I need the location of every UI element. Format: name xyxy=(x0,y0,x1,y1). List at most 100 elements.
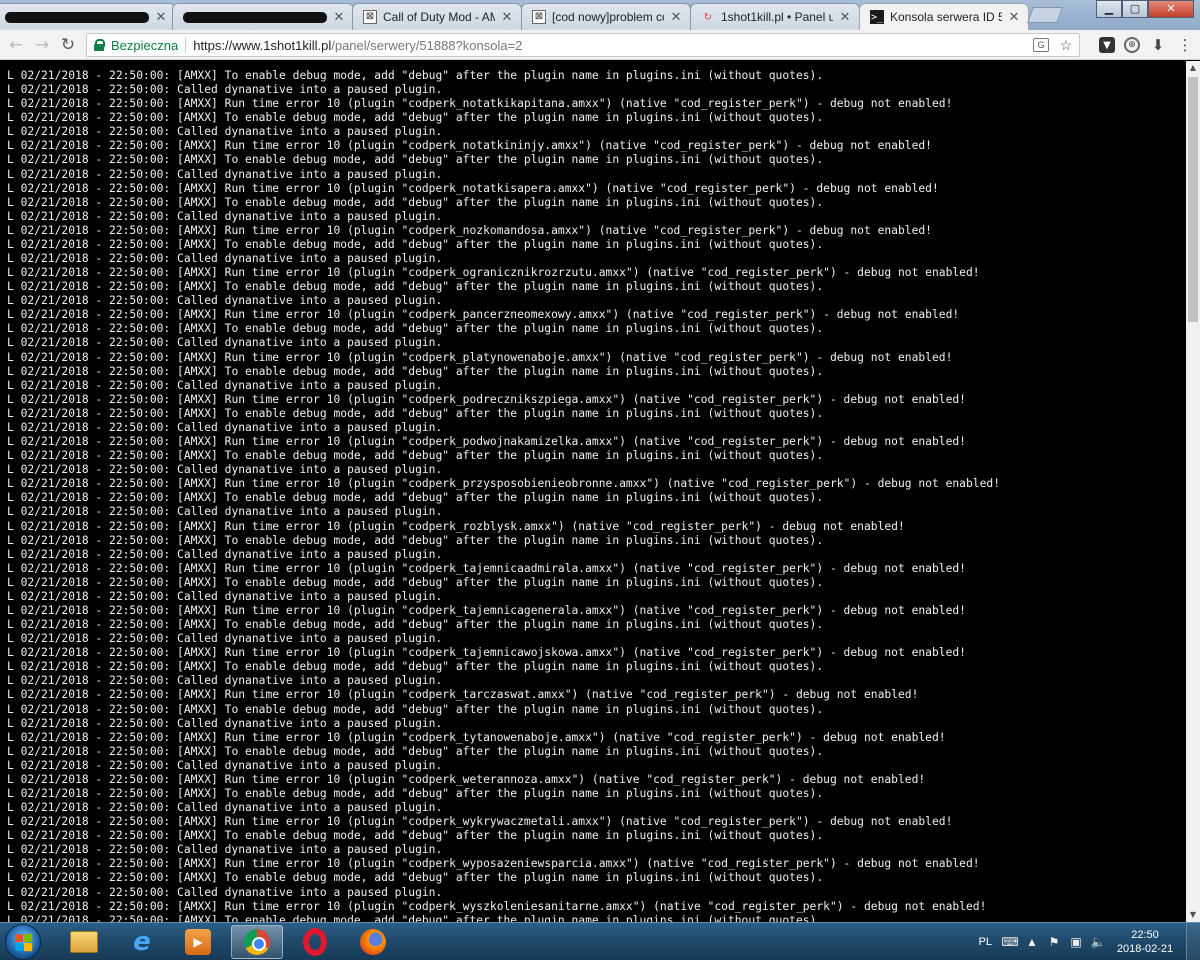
menu-kebab-icon[interactable]: ⋮ xyxy=(1176,36,1194,54)
log-line: L 02/21/2018 - 22:50:00: Called dynanati… xyxy=(7,716,443,730)
omnibox-actions: G ☆ xyxy=(1033,36,1075,54)
opera-icon xyxy=(303,928,327,956)
loading-icon: ↻ xyxy=(703,11,713,23)
log-line: L 02/21/2018 - 22:50:00: [AMXX] Run time… xyxy=(7,266,980,280)
tab-1shot1kill-panel[interactable]: ↻ 1shot1kill.pl • Panel u: ✕ xyxy=(690,3,860,30)
taskbar-chrome[interactable] xyxy=(231,925,283,959)
log-line: L 02/21/2018 - 22:50:00: Called dynanati… xyxy=(7,505,443,519)
download-arrow-icon[interactable]: ⬇ xyxy=(1149,36,1167,54)
log-line: L 02/21/2018 - 22:50:00: Called dynanati… xyxy=(7,420,443,434)
tab-cod-nowy-problem[interactable]: ⊠ [cod nowy]problem co ✕ xyxy=(521,3,691,30)
log-line: L 02/21/2018 - 22:50:00: [AMXX] Run time… xyxy=(7,815,953,829)
log-line: L 02/21/2018 - 22:50:00: Called dynanati… xyxy=(7,209,443,223)
log-line: L 02/21/2018 - 22:50:00: [AMXX] To enabl… xyxy=(7,364,824,378)
log-line: L 02/21/2018 - 22:50:00: [AMXX] Run time… xyxy=(7,223,932,237)
tab-close-icon[interactable]: ✕ xyxy=(501,10,513,23)
clock[interactable]: 22:50 2018-02-21 xyxy=(1112,928,1178,956)
log-line: L 02/21/2018 - 22:50:00: [AMXX] To enabl… xyxy=(7,871,824,885)
log-line: L 02/21/2018 - 22:50:00: [AMXX] Run time… xyxy=(7,308,960,322)
log-line: L 02/21/2018 - 22:50:00: Called dynanati… xyxy=(7,336,443,350)
tab-redacted-1[interactable]: ✕ xyxy=(0,3,176,30)
system-tray: PL ⌨ ▲ ⚑ ▣ 🔈 22:50 2018-02-21 xyxy=(979,923,1200,960)
windows-taskbar: e ▶ PL ⌨ ▲ ⚑ ▣ 🔈 22:50 2018-02-21 xyxy=(0,922,1200,960)
tab-close-icon[interactable]: ✕ xyxy=(155,10,167,23)
log-line: L 02/21/2018 - 22:50:00: [AMXX] Run time… xyxy=(7,350,953,364)
tab-close-icon[interactable]: ✕ xyxy=(333,10,345,23)
log-line: L 02/21/2018 - 22:50:00: Called dynanati… xyxy=(7,463,443,477)
log-line: L 02/21/2018 - 22:50:00: Called dynanati… xyxy=(7,801,443,815)
log-line: L 02/21/2018 - 22:50:00: [AMXX] To enabl… xyxy=(7,913,824,922)
globe-extension-icon[interactable]: ⊕ xyxy=(1124,37,1140,53)
start-button[interactable] xyxy=(5,924,41,960)
address-bar[interactable]: Bezpieczna https://www.1shot1kill.pl /pa… xyxy=(86,33,1080,57)
log-line: L 02/21/2018 - 22:50:00: [AMXX] Run time… xyxy=(7,97,953,111)
new-tab-button[interactable] xyxy=(1027,7,1063,23)
tab-close-icon[interactable]: ✕ xyxy=(1008,10,1020,23)
lock-icon xyxy=(93,39,105,51)
taskbar-firefox[interactable] xyxy=(347,925,399,959)
log-line: L 02/21/2018 - 22:50:00: [AMXX] Run time… xyxy=(7,603,966,617)
network-icon[interactable]: ▣ xyxy=(1068,934,1084,950)
log-line: L 02/21/2018 - 22:50:00: Called dynanati… xyxy=(7,589,443,603)
log-line: L 02/21/2018 - 22:50:00: [AMXX] Run time… xyxy=(7,857,980,871)
translate-icon[interactable]: G xyxy=(1033,38,1049,52)
keyboard-icon[interactable]: ⌨ xyxy=(1001,934,1018,950)
tab-konsola-serwera[interactable]: >_ Konsola serwera ID 51 ✕ xyxy=(859,3,1029,30)
server-console-log: L 02/21/2018 - 22:50:00: [AMXX] To enabl… xyxy=(0,61,1186,922)
log-line: L 02/21/2018 - 22:50:00: [AMXX] To enabl… xyxy=(7,491,824,505)
log-line: L 02/21/2018 - 22:50:00: [AMXX] Run time… xyxy=(7,646,966,660)
log-line: L 02/21/2018 - 22:50:00: [AMXX] Run time… xyxy=(7,772,926,786)
log-line: L 02/21/2018 - 22:50:00: [AMXX] Run time… xyxy=(7,477,1000,491)
language-indicator[interactable]: PL xyxy=(979,936,992,948)
back-button[interactable]: ← xyxy=(3,32,29,58)
minimize-button[interactable]: ▁ xyxy=(1096,0,1122,18)
tab-redacted-2[interactable]: ✕ xyxy=(172,3,354,30)
tab-close-icon[interactable]: ✕ xyxy=(670,10,682,23)
bookmark-star-icon[interactable]: ☆ xyxy=(1057,36,1075,54)
log-line: L 02/21/2018 - 22:50:00: Called dynanati… xyxy=(7,252,443,266)
log-line: L 02/21/2018 - 22:50:00: [AMXX] To enabl… xyxy=(7,533,824,547)
tab-close-icon[interactable]: ✕ xyxy=(839,10,851,23)
console-icon: >_ xyxy=(870,10,884,24)
reload-button[interactable]: ↻ xyxy=(55,32,81,58)
firefox-icon xyxy=(360,929,386,955)
log-line: L 02/21/2018 - 22:50:00: [AMXX] To enabl… xyxy=(7,69,824,82)
clock-time: 22:50 xyxy=(1131,929,1159,941)
vertical-scrollbar[interactable]: ▲ ▼ xyxy=(1186,61,1200,922)
pocket-extension-icon[interactable]: ▼ xyxy=(1099,37,1115,53)
log-line: L 02/21/2018 - 22:50:00: Called dynanati… xyxy=(7,758,443,772)
log-line: L 02/21/2018 - 22:50:00: [AMXX] To enabl… xyxy=(7,702,824,716)
log-line: L 02/21/2018 - 22:50:00: [AMXX] To enabl… xyxy=(7,660,824,674)
close-window-button[interactable]: ✕ xyxy=(1148,0,1194,18)
action-center-flag-icon[interactable]: ⚑ xyxy=(1046,934,1062,950)
scroll-up-arrow-icon[interactable]: ▲ xyxy=(1186,61,1200,75)
log-line: L 02/21/2018 - 22:50:00: Called dynanati… xyxy=(7,674,443,688)
tab-call-of-duty-mod[interactable]: ⊠ Call of Duty Mod - AM ✕ xyxy=(352,3,522,30)
show-hidden-icons-icon[interactable]: ▲ xyxy=(1024,934,1040,950)
forward-button[interactable]: → xyxy=(29,32,55,58)
log-line: L 02/21/2018 - 22:50:00: Called dynanati… xyxy=(7,167,443,181)
volume-icon[interactable]: 🔈 xyxy=(1090,934,1106,950)
scrollbar-thumb[interactable] xyxy=(1188,77,1198,322)
log-line: L 02/21/2018 - 22:50:00: [AMXX] To enabl… xyxy=(7,449,824,463)
log-line: L 02/21/2018 - 22:50:00: Called dynanati… xyxy=(7,83,443,97)
window-controls: ▁ ▢ ✕ xyxy=(1096,0,1194,18)
taskbar-internet-explorer[interactable]: e xyxy=(116,925,168,959)
taskbar-opera[interactable] xyxy=(289,925,341,959)
tab-strip: ✕ ✕ ⊠ Call of Duty Mod - AM ✕ ⊠ [cod now… xyxy=(0,0,1200,30)
forum-icon: ⊠ xyxy=(363,10,377,24)
taskbar-media-player[interactable]: ▶ xyxy=(172,925,224,959)
log-line: L 02/21/2018 - 22:50:00: [AMXX] To enabl… xyxy=(7,111,824,125)
scroll-down-arrow-icon[interactable]: ▼ xyxy=(1186,908,1200,922)
clock-date: 2018-02-21 xyxy=(1116,943,1174,955)
redacted-title xyxy=(5,11,149,23)
log-line: L 02/21/2018 - 22:50:00: Called dynanati… xyxy=(7,885,443,899)
log-line: L 02/21/2018 - 22:50:00: [AMXX] Run time… xyxy=(7,899,987,913)
log-line: L 02/21/2018 - 22:50:00: [AMXX] To enabl… xyxy=(7,153,824,167)
tab-title: 1shot1kill.pl • Panel u: xyxy=(721,10,833,24)
log-line: L 02/21/2018 - 22:50:00: [AMXX] To enabl… xyxy=(7,575,824,589)
taskbar-explorer[interactable] xyxy=(58,925,110,959)
maximize-button[interactable]: ▢ xyxy=(1122,0,1148,18)
ie-icon: e xyxy=(133,927,151,957)
show-desktop-button[interactable] xyxy=(1186,923,1200,960)
